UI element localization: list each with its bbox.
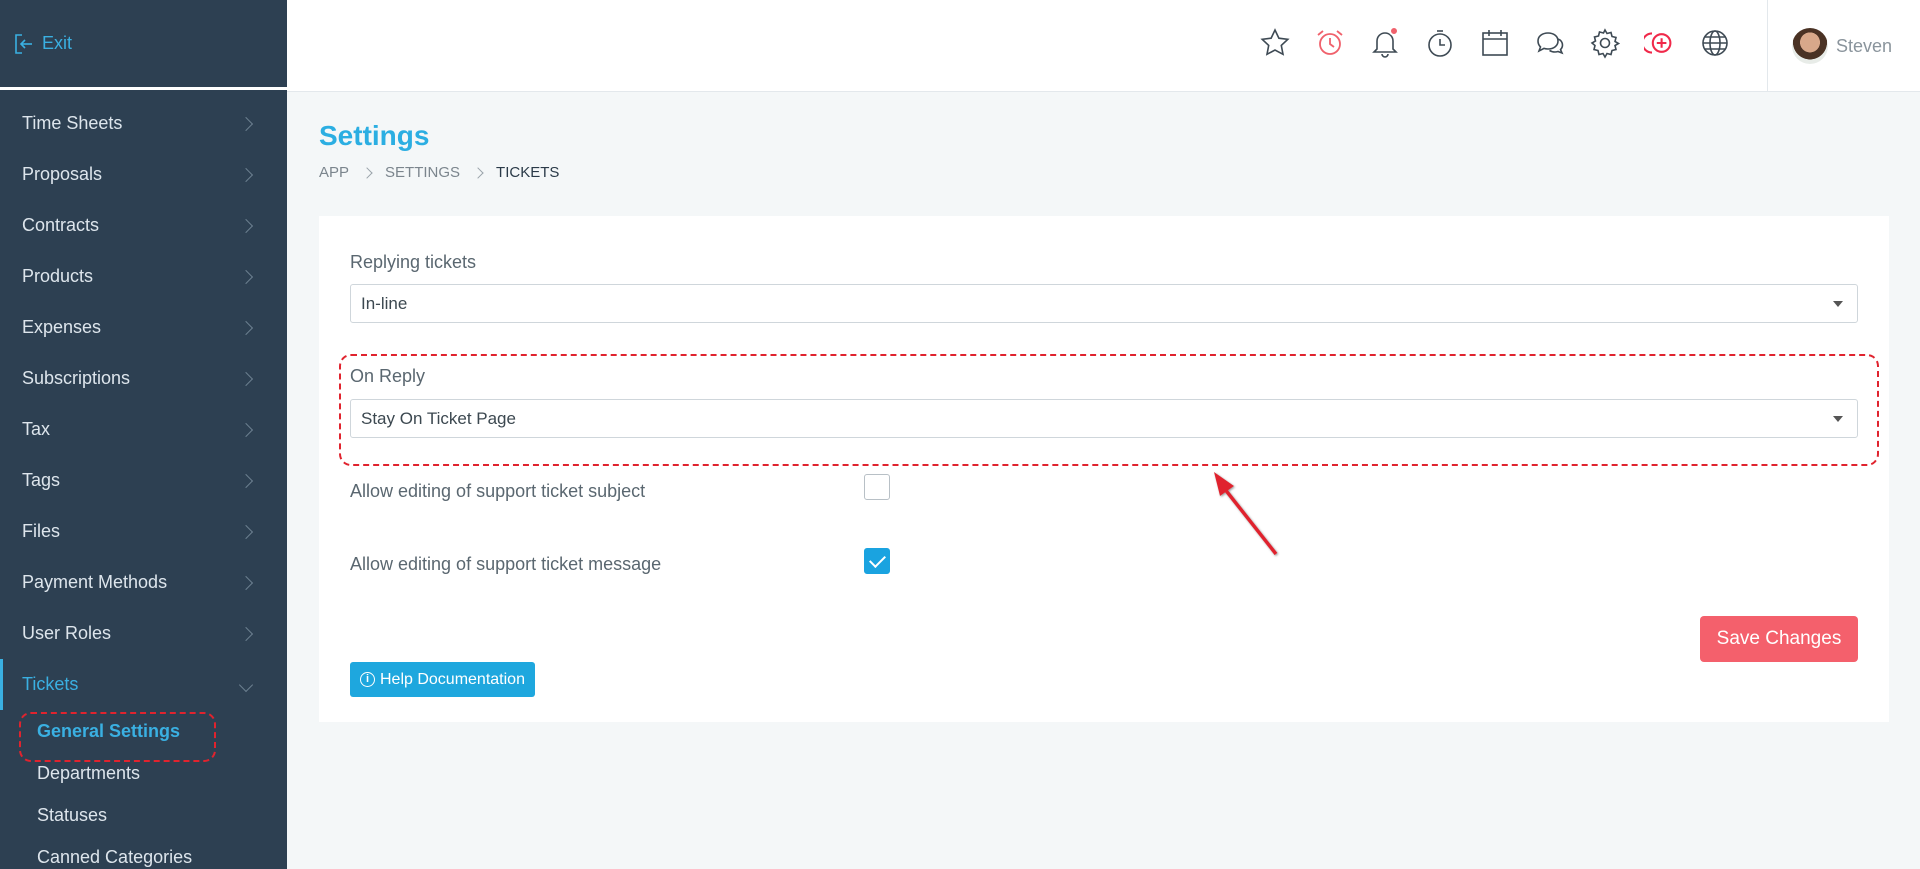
submenu-item-label: Canned Categories — [37, 846, 193, 867]
reminders-button[interactable] — [1312, 22, 1348, 64]
chevron-right-icon — [238, 575, 254, 590]
globe-icon — [1702, 30, 1728, 56]
submenu-item-canned-categories[interactable]: Canned Categories — [0, 836, 287, 869]
chevron-down-icon — [238, 677, 254, 692]
calendar-icon — [1482, 30, 1508, 56]
sidebar-item-label: Time Sheets — [22, 113, 123, 133]
sidebar-item-label: Proposals — [22, 164, 103, 184]
sidebar-item-label: Contracts — [22, 215, 100, 235]
sidebar-item-label: Tax — [22, 419, 51, 439]
chevron-right-icon — [238, 218, 254, 233]
exit-icon — [15, 33, 32, 54]
sidebar-item-expenses[interactable]: Expenses — [0, 302, 287, 353]
notifications-button[interactable] — [1367, 22, 1403, 64]
chevron-right-icon — [472, 166, 484, 179]
calendar-button[interactable] — [1477, 22, 1513, 64]
replying-tickets-label: Replying tickets — [350, 252, 477, 272]
sidebar-item-label: Payment Methods — [22, 572, 168, 592]
breadcrumb-app[interactable]: APP — [319, 164, 349, 181]
sidebar-item-tax[interactable]: Tax — [0, 404, 287, 455]
edit-message-checkbox[interactable] — [864, 548, 890, 574]
sidebar-menu: Time Sheets Proposals Contracts Products… — [0, 90, 287, 869]
sidebar-item-label: Tags — [22, 470, 61, 490]
sidebar-item-contracts[interactable]: Contracts — [0, 200, 287, 251]
avatar — [1792, 28, 1828, 64]
chevron-right-icon — [238, 524, 254, 539]
caret-down-icon — [1833, 416, 1843, 422]
user-menu[interactable]: Steven — [1767, 0, 1920, 92]
sidebar-item-label: Products — [22, 266, 94, 286]
favorites-button[interactable] — [1257, 22, 1293, 64]
timer-button[interactable] — [1422, 22, 1458, 64]
chevron-right-icon — [238, 626, 254, 641]
submenu-item-label: General Settings — [37, 720, 181, 741]
chevron-right-icon — [238, 473, 254, 488]
sidebar-item-label: Subscriptions — [22, 368, 131, 388]
submenu-item-statuses[interactable]: Statuses — [0, 794, 287, 836]
user-name: Steven — [1836, 35, 1893, 56]
add-circle-icon — [1644, 32, 1672, 54]
breadcrumb-tickets: TICKETS — [496, 164, 560, 181]
save-changes-button[interactable]: Save Changes — [1700, 616, 1858, 662]
submenu-item-label: Statuses — [37, 804, 108, 825]
sidebar-item-tags[interactable]: Tags — [0, 455, 287, 506]
help-documentation-button[interactable]: i Help Documentation — [350, 662, 535, 697]
chat-icon — [1537, 32, 1564, 55]
header-toolbar — [1257, 22, 1733, 64]
sidebar-item-label: Tickets — [22, 674, 79, 694]
replying-tickets-value: In-line — [361, 293, 408, 313]
caret-down-icon — [1833, 301, 1843, 307]
quick-add-button[interactable] — [1642, 22, 1678, 64]
edit-message-label: Allow editing of support ticket message — [350, 554, 662, 574]
breadcrumb: APP SETTINGS TICKETS — [319, 164, 559, 181]
chevron-right-icon — [238, 116, 254, 131]
sidebar-item-subscriptions[interactable]: Subscriptions — [0, 353, 287, 404]
star-icon — [1260, 28, 1290, 56]
sidebar-item-label: Expenses — [22, 317, 102, 337]
submenu-item-label: Departments — [37, 762, 141, 783]
language-button[interactable] — [1697, 22, 1733, 64]
ticket-settings-card: Replying tickets In-line On Reply Stay O… — [319, 216, 1889, 722]
exit-label: Exit — [42, 33, 73, 53]
chevron-right-icon — [238, 320, 254, 335]
sidebar-item-label: User Roles — [22, 623, 112, 643]
sidebar-item-tickets[interactable]: Tickets — [0, 659, 287, 710]
on-reply-select[interactable]: Stay On Ticket Page — [350, 399, 1858, 438]
chat-button[interactable] — [1532, 22, 1568, 64]
replying-tickets-select[interactable]: In-line — [350, 284, 1858, 323]
sidebar-item-user-roles[interactable]: User Roles — [0, 608, 287, 659]
breadcrumb-settings[interactable]: SETTINGS — [385, 164, 460, 181]
sidebar: Exit Time Sheets Proposals Contracts Pro… — [0, 0, 287, 869]
chevron-right-icon — [361, 166, 373, 179]
chevron-right-icon — [238, 167, 254, 182]
sidebar-item-files[interactable]: Files — [0, 506, 287, 557]
page-title: Settings — [319, 120, 430, 151]
alarm-clock-icon — [1317, 30, 1343, 55]
sidebar-item-time-sheets[interactable]: Time Sheets — [0, 98, 287, 149]
sidebar-item-label: Files — [22, 521, 61, 541]
notification-dot — [1389, 26, 1399, 36]
settings-button[interactable] — [1587, 22, 1623, 64]
sidebar-item-products[interactable]: Products — [0, 251, 287, 302]
on-reply-value: Stay On Ticket Page — [361, 408, 516, 428]
exit-link[interactable]: Exit — [12, 32, 72, 56]
submenu-item-general-settings[interactable]: General Settings — [0, 710, 287, 762]
on-reply-label: On Reply — [350, 366, 426, 386]
sidebar-item-payment-methods[interactable]: Payment Methods — [0, 557, 287, 608]
chevron-right-icon — [238, 269, 254, 284]
gear-icon — [1590, 28, 1621, 59]
info-icon: i — [360, 672, 375, 687]
edit-subject-label: Allow editing of support ticket subject — [350, 481, 646, 501]
edit-subject-checkbox[interactable] — [864, 474, 890, 500]
sidebar-item-proposals[interactable]: Proposals — [0, 149, 287, 200]
help-documentation-label: Help Documentation — [380, 670, 525, 688]
stopwatch-icon — [1428, 30, 1452, 57]
top-header: Steven — [287, 0, 1920, 92]
sidebar-header: Exit — [0, 0, 287, 90]
chevron-right-icon — [238, 371, 254, 386]
chevron-right-icon — [238, 422, 254, 437]
